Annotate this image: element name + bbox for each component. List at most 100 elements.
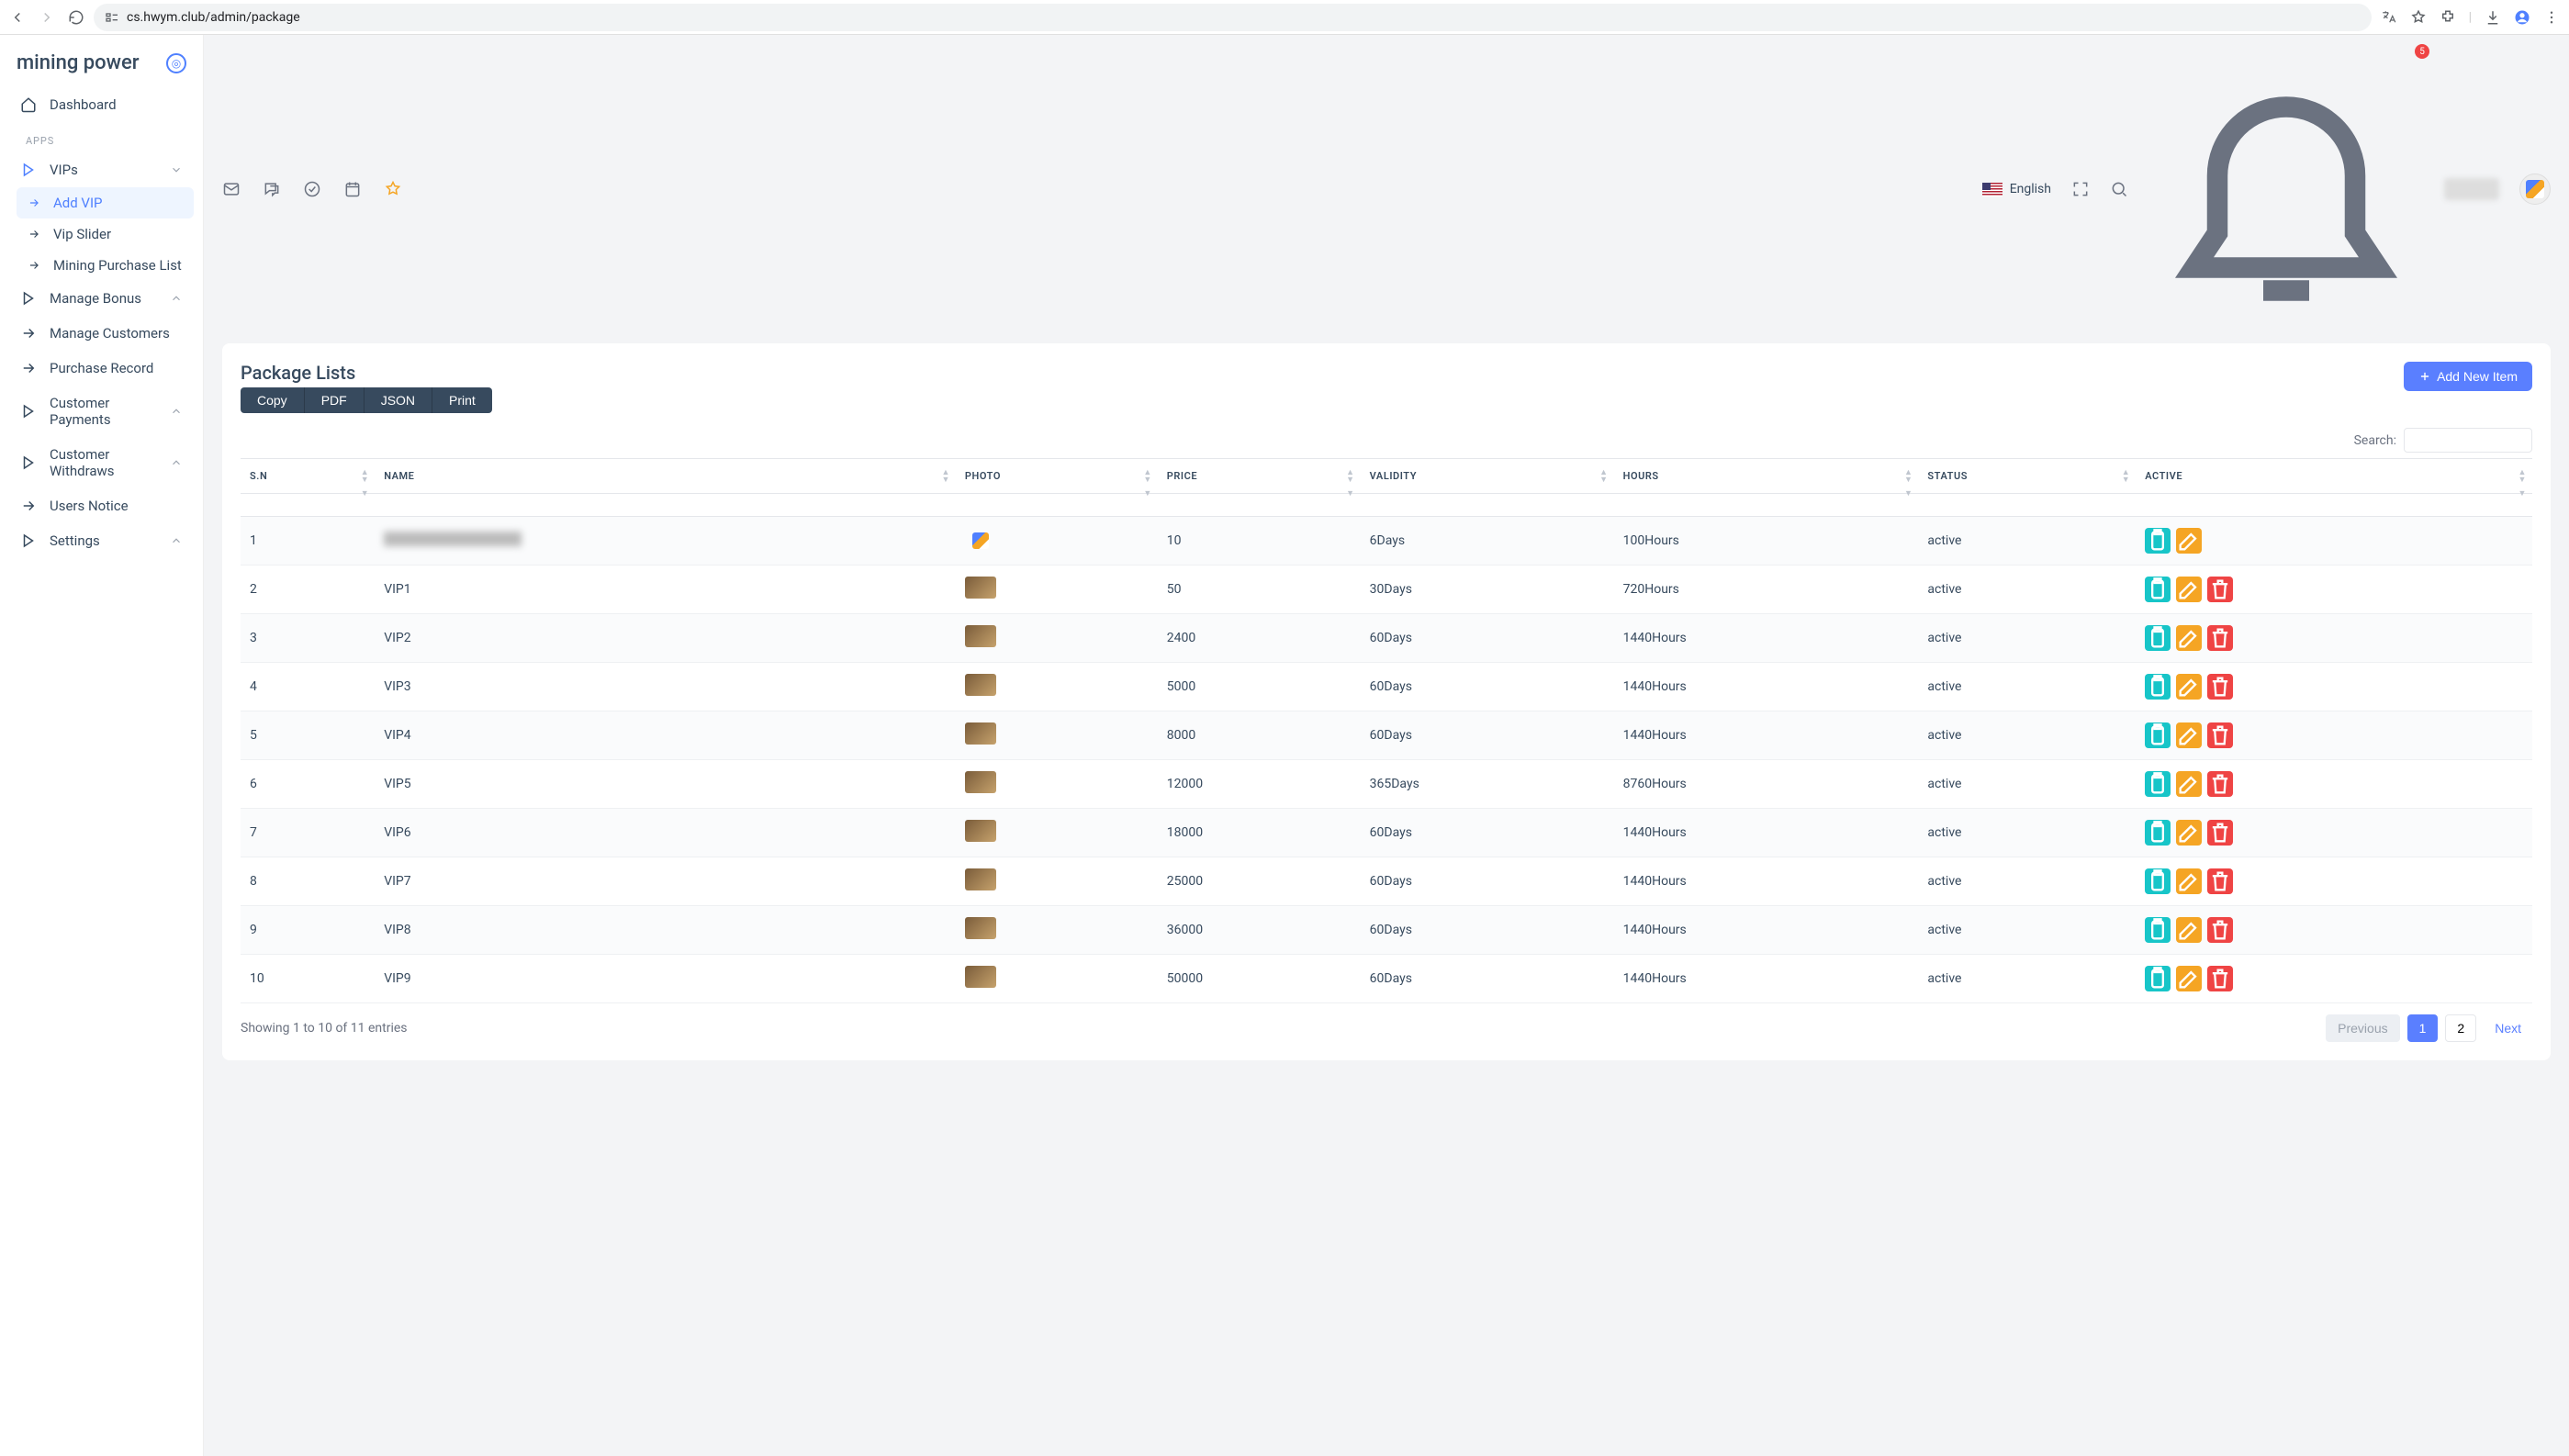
page-next-button[interactable]: Next [2484,1015,2532,1041]
translate-icon[interactable] [2381,9,2397,26]
add-new-item-button[interactable]: Add New Item [2404,362,2532,391]
delete-button[interactable] [2207,868,2233,894]
export-copy-button[interactable]: Copy [241,387,304,413]
col-sn[interactable]: S.N▲▼ [241,459,375,494]
language-selector[interactable]: English [1982,182,2051,196]
logo-badge-icon: ◎ [166,53,186,73]
download-icon[interactable] [2485,9,2501,26]
edit-button[interactable] [2176,868,2202,894]
cell-photo [956,517,1158,566]
cell-hours: 100Hours [1614,517,1919,566]
cell-sn: 5 [241,711,375,760]
cell-validity: 365Days [1361,760,1614,809]
delete-button[interactable] [2207,917,2233,943]
cell-photo [956,857,1158,906]
view-button[interactable] [2145,917,2171,943]
url-bar[interactable]: cs.hwym.club/admin/package [94,4,2372,31]
sidebar-item-purchase-record[interactable]: Purchase Record [9,351,194,386]
edit-button[interactable] [2176,577,2202,602]
cell-validity: 60Days [1361,614,1614,663]
export-pdf-button[interactable]: PDF [304,387,364,413]
edit-button[interactable] [2176,917,2202,943]
sidebar-item-manage-bonus[interactable]: Manage Bonus [9,281,194,316]
view-button[interactable] [2145,674,2171,700]
cell-price: 5000 [1158,663,1361,711]
delete-button[interactable] [2207,625,2233,651]
cell-hours: 720Hours [1614,566,1919,614]
check-circle-icon[interactable] [303,180,321,198]
page-2-button[interactable]: 2 [2445,1014,2476,1042]
view-button[interactable] [2145,528,2171,554]
edit-button[interactable] [2176,966,2202,991]
col-photo[interactable]: PHOTO▲▼ [956,459,1158,494]
view-button[interactable] [2145,625,2171,651]
cell-hours: 8760Hours [1614,760,1919,809]
view-button[interactable] [2145,820,2171,846]
sidebar-item-users-notice[interactable]: Users Notice [9,488,194,523]
bookmark-star-icon[interactable] [2410,9,2427,26]
chat-icon[interactable] [263,180,281,198]
edit-button[interactable] [2176,820,2202,846]
col-price[interactable]: PRICE▲▼ [1158,459,1361,494]
sidebar-item-customer-withdraws[interactable]: Customer Withdraws [9,437,194,488]
edit-button[interactable] [2176,625,2202,651]
sidebar-item-dashboard[interactable]: Dashboard [9,87,194,122]
extensions-icon[interactable] [2440,9,2456,26]
export-print-button[interactable]: Print [432,387,492,413]
reload-icon[interactable] [68,9,84,26]
col-active[interactable]: ACTIVE▲▼ [2136,459,2532,494]
page-title: Package Lists [241,362,492,384]
sidebar-item-customer-payments[interactable]: Customer Payments [9,386,194,437]
delete-button[interactable] [2207,722,2233,748]
user-name[interactable] [2444,178,2499,200]
kebab-icon[interactable] [2543,9,2560,26]
page-prev-button[interactable]: Previous [2326,1014,2399,1042]
package-thumb [965,917,996,939]
mail-icon[interactable] [222,180,241,198]
col-hours[interactable]: HOURS▲▼ [1614,459,1919,494]
delete-button[interactable] [2207,577,2233,602]
edit-button[interactable] [2176,722,2202,748]
sidebar-item-label: Add VIP [53,195,183,211]
cell-validity: 6Days [1361,517,1614,566]
search-icon[interactable] [2110,180,2128,198]
export-json-button[interactable]: JSON [364,387,432,413]
user-avatar[interactable] [2519,174,2551,205]
edit-button[interactable] [2176,771,2202,797]
notifications-button[interactable]: 5 [2148,50,2424,329]
sidebar-item-mining-purchase[interactable]: Mining Purchase List [17,250,194,281]
view-button[interactable] [2145,577,2171,602]
site-settings-icon[interactable] [105,10,119,25]
sidebar-item-vip-slider[interactable]: Vip Slider [17,218,194,250]
logo[interactable]: mining power ◎ [0,35,203,87]
delete-button[interactable] [2207,966,2233,991]
delete-button[interactable] [2207,820,2233,846]
cell-name: VIP5 [375,760,956,809]
back-icon[interactable] [9,9,26,26]
view-button[interactable] [2145,771,2171,797]
calendar-icon[interactable] [343,180,362,198]
view-button[interactable] [2145,868,2171,894]
package-thumb [965,674,996,696]
sidebar-item-add-vip[interactable]: Add VIP [17,187,194,218]
sidebar-item-settings[interactable]: Settings [9,523,194,558]
delete-button[interactable] [2207,674,2233,700]
forward-icon[interactable] [39,9,55,26]
delete-button[interactable] [2207,771,2233,797]
sidebar-item-vips[interactable]: VIPs [9,152,194,187]
view-button[interactable] [2145,722,2171,748]
sidebar-item-manage-customers[interactable]: Manage Customers [9,316,194,351]
view-button[interactable] [2145,966,2171,991]
fullscreen-icon[interactable] [2071,180,2090,198]
col-validity[interactable]: VALIDITY▲▼ [1361,459,1614,494]
search-input[interactable] [2404,428,2532,453]
profile-icon[interactable] [2514,9,2530,26]
edit-button[interactable] [2176,528,2202,554]
edit-button[interactable] [2176,674,2202,700]
col-status[interactable]: STATUS▲▼ [1918,459,2136,494]
sidebar-item-label: Users Notice [50,498,183,514]
page-1-button[interactable]: 1 [2407,1014,2439,1042]
col-name[interactable]: NAME▲▼ [375,459,956,494]
star-icon[interactable] [384,180,402,198]
arrow-right-icon [28,195,40,211]
